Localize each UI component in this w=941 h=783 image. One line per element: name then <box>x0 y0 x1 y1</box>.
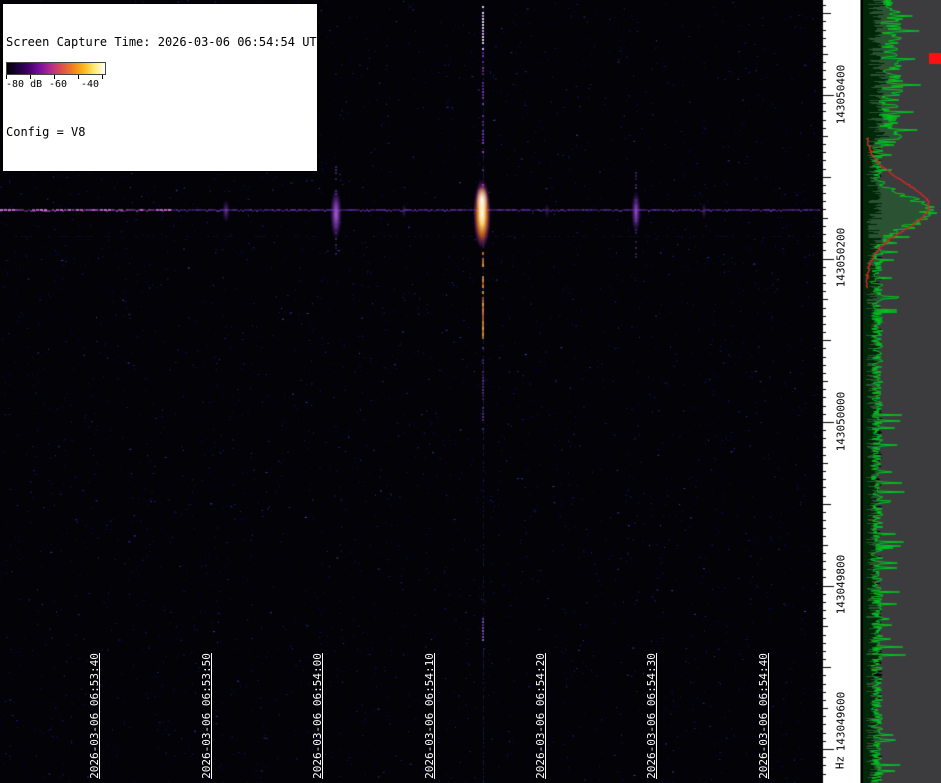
spectrum-lab-window: Screen Capture Time: 2026-03-06 06:54:54… <box>0 0 941 783</box>
colormap-labels: -80 dB -60 -40 <box>6 79 106 92</box>
time-axis-label: 2026-03-06 06:53:40 <box>88 651 102 781</box>
legend-label-minus40: -40 <box>81 79 99 90</box>
frequency-axis-label: 143050000 <box>835 384 848 460</box>
time-axis-label: 2026-03-06 06:53:50 <box>200 651 214 781</box>
time-axis-label: 2026-03-06 06:54:40 <box>757 651 771 781</box>
time-axis-label: 2026-03-06 06:54:20 <box>534 651 548 781</box>
time-axis-label: 2026-03-06 06:54:30 <box>645 651 659 781</box>
frequency-axis-label: 143050400 <box>835 57 848 133</box>
legend-label-minus80: -80 dB <box>6 79 42 90</box>
color-scale-legend: -80 dB -60 -40 <box>4 60 108 96</box>
frequency-axis-label: 143049800 <box>835 547 848 623</box>
legend-label-minus60: -60 <box>49 79 67 90</box>
time-axis-label: 2026-03-06 06:54:00 <box>311 651 325 781</box>
colormap-gradient-bar <box>6 62 106 75</box>
time-axis-label: 2026-03-06 06:54:10 <box>423 651 437 781</box>
capture-time-text: Screen Capture Time: 2026-03-06 06:54:54… <box>6 35 314 50</box>
frequency-unit-label: Hz <box>834 748 847 778</box>
frequency-axis-label: 143050200 <box>835 220 848 296</box>
spectrum-graph-panel <box>860 0 941 783</box>
config-text: Config = V8 <box>6 125 314 140</box>
